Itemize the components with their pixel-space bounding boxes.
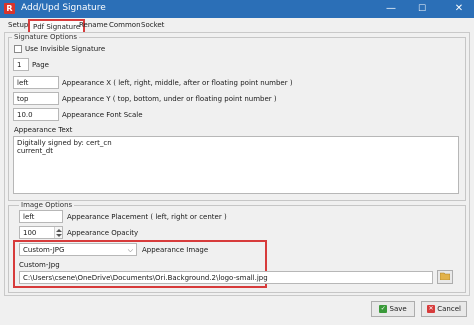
custom-jpg-label: Custom-Jpg — [19, 261, 60, 269]
appearance-y-label: Appearance Y ( top, bottom, under or flo… — [62, 95, 277, 103]
opacity-spinner[interactable]: 100 — [19, 226, 63, 239]
opacity-spin-buttons[interactable] — [54, 227, 62, 238]
image-options-legend: Image Options — [19, 201, 75, 209]
font-scale-input[interactable]: 10.0 — [13, 108, 59, 121]
placement-input[interactable]: left — [19, 210, 63, 223]
chevron-down-icon[interactable]: ⌵ — [128, 244, 133, 255]
tab-socket[interactable]: Socket — [141, 20, 164, 31]
tab-common[interactable]: Common — [109, 20, 141, 31]
opacity-label: Appearance Opacity — [67, 229, 139, 237]
app-icon: R — [4, 3, 15, 14]
appearance-text-label: Appearance Text — [14, 126, 73, 134]
tab-strip: Setup Pdf Signature Rename Common Socket — [0, 18, 474, 36]
minimize-icon[interactable]: — — [380, 1, 402, 17]
appearance-image-label: Appearance Image — [142, 246, 209, 254]
appearance-x-input[interactable]: left — [13, 76, 59, 89]
spin-up-icon[interactable] — [56, 229, 62, 232]
placement-label: Appearance Placement ( left, right or ce… — [67, 213, 227, 221]
font-scale-label: Appearance Font Scale — [62, 111, 143, 119]
folder-icon — [439, 272, 451, 281]
save-icon: ✓ — [379, 305, 388, 313]
signature-options-legend: Signature Options — [12, 33, 80, 41]
opacity-value: 100 — [23, 229, 37, 237]
cancel-label: Cancel — [437, 305, 461, 313]
tab-rename[interactable]: Rename — [79, 20, 108, 31]
invisible-signature-checkbox[interactable] — [14, 45, 22, 53]
page-input[interactable]: 1 — [13, 58, 29, 71]
save-label: Save — [389, 305, 407, 313]
cancel-icon: ✕ — [427, 305, 436, 313]
invisible-signature-label: Use Invisible Signature — [25, 45, 106, 53]
custom-path-input[interactable]: C:\Users\csene\OneDrive\Documents\Ori.Ba… — [19, 271, 433, 284]
spin-down-icon[interactable] — [56, 234, 62, 237]
window-title: Add/Upd Signature — [21, 3, 106, 13]
close-icon[interactable]: ✕ — [448, 1, 470, 17]
page-label: Page — [32, 61, 49, 69]
browse-button[interactable] — [437, 270, 453, 284]
save-button[interactable]: ✓ Save — [371, 301, 415, 317]
appearance-image-value: Custom-JPG — [23, 246, 65, 254]
appearance-x-label: Appearance X ( left, right, middle, afte… — [62, 79, 293, 87]
appearance-y-input[interactable]: top — [13, 92, 59, 105]
title-bar: R Add/Upd Signature — ☐ ✕ — [0, 0, 474, 18]
appearance-text-area[interactable]: Digitally signed by: cert_cn current_dt — [13, 136, 459, 194]
appearance-image-select[interactable]: Custom-JPG ⌵ — [19, 243, 137, 256]
tab-setup[interactable]: Setup — [8, 20, 28, 31]
cancel-button[interactable]: ✕ Cancel — [421, 301, 467, 317]
maximize-icon[interactable]: ☐ — [411, 1, 433, 17]
